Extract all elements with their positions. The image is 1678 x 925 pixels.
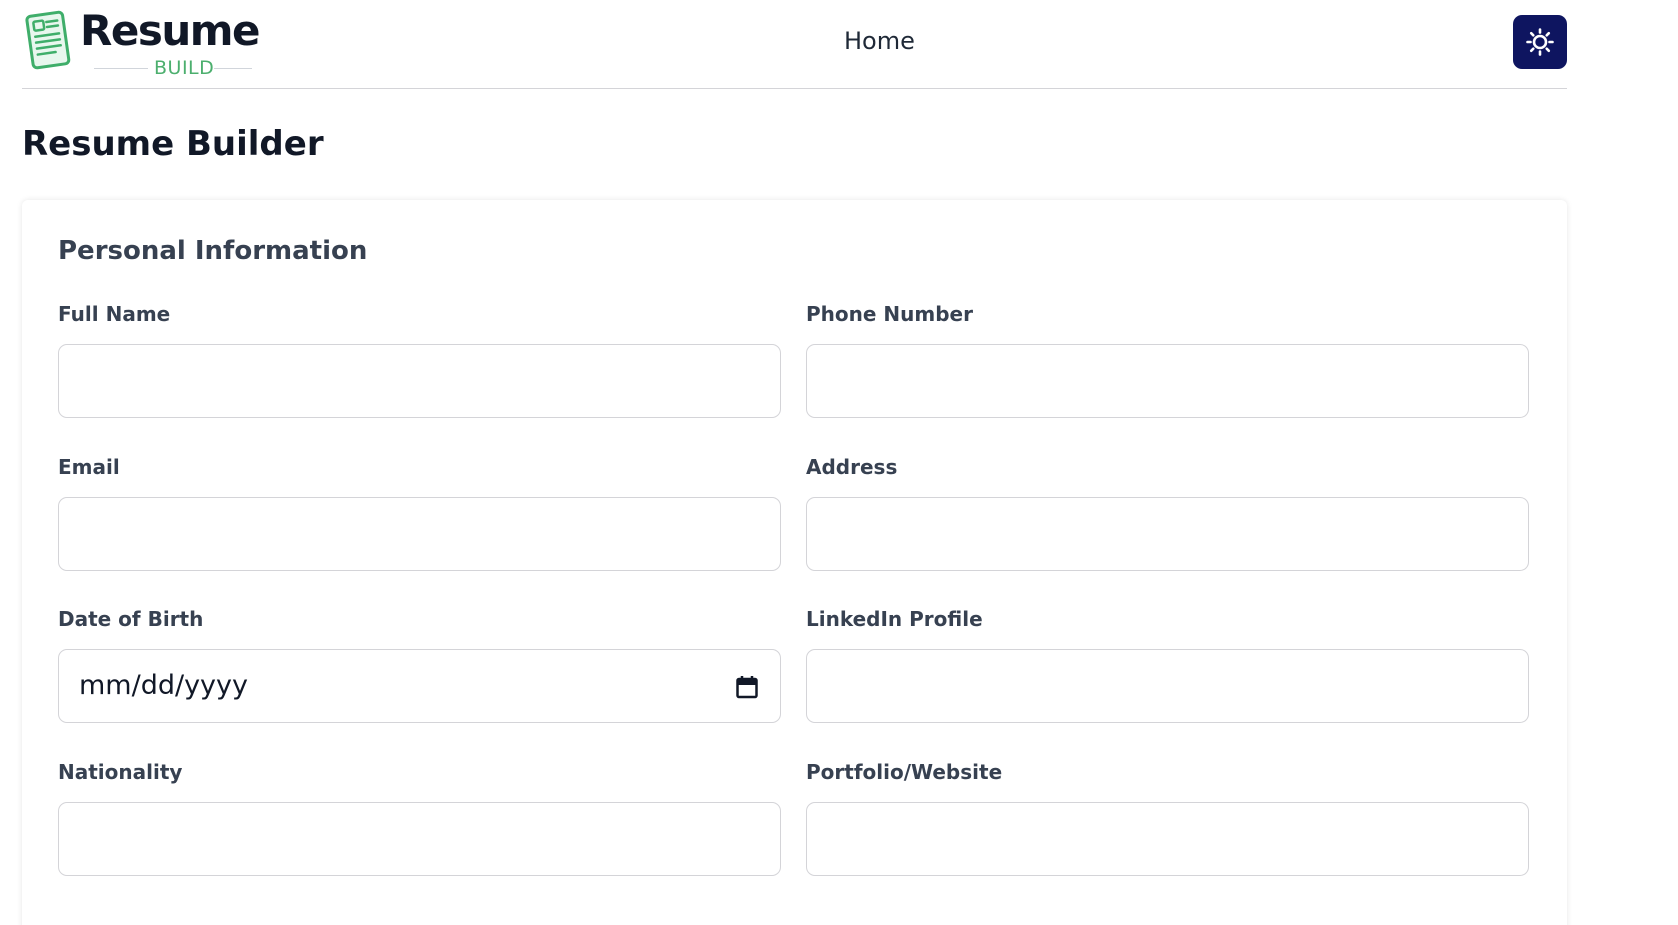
address-label: Address [806,455,898,479]
portfolio-website-group: Portfolio/Website [806,760,1529,876]
full-name-input[interactable] [58,344,781,418]
nav-home-link[interactable]: Home [844,27,915,55]
email-label: Email [58,455,120,479]
phone-number-group: Phone Number [806,302,1529,418]
nationality-input[interactable] [58,802,781,876]
linkedin-profile-input[interactable] [806,649,1529,723]
sun-icon [1526,28,1554,56]
page: Resume BUILD Home Resume Builder Persona… [0,0,1678,925]
logo-divider-right [214,68,252,69]
portfolio-website-label: Portfolio/Website [806,760,1003,784]
address-input[interactable] [806,497,1529,571]
document-icon [25,10,71,70]
logo-subtitle-row: BUILD [94,58,252,78]
full-name-label: Full Name [58,302,171,326]
nationality-label: Nationality [58,760,183,784]
phone-number-label: Phone Number [806,302,973,326]
top-navbar: Resume BUILD Home [22,0,1567,89]
email-input[interactable] [58,497,781,571]
nationality-group: Nationality [58,760,781,876]
email-group: Email [58,455,781,571]
logo-divider-left [94,68,148,69]
linkedin-profile-group: LinkedIn Profile [806,607,1529,723]
linkedin-profile-label: LinkedIn Profile [806,607,983,631]
logo-subtitle: BUILD [154,57,215,79]
page-title: Resume Builder [22,124,324,164]
portfolio-website-input[interactable] [806,802,1529,876]
date-of-birth-label: Date of Birth [58,607,204,631]
personal-info-card: Personal Information Full Name Phone Num… [22,200,1567,925]
calendar-icon[interactable] [736,675,758,699]
address-group: Address [806,455,1529,571]
section-title: Personal Information [58,236,368,266]
theme-toggle-button[interactable] [1513,15,1567,69]
date-of-birth-placeholder: mm/dd/yyyy [79,670,248,701]
full-name-group: Full Name [58,302,781,418]
date-of-birth-input[interactable]: mm/dd/yyyy [58,649,781,723]
date-of-birth-group: Date of Birth mm/dd/yyyy [58,607,781,723]
logo[interactable]: Resume BUILD [22,8,260,80]
phone-number-input[interactable] [806,344,1529,418]
logo-title: Resume [80,6,260,55]
